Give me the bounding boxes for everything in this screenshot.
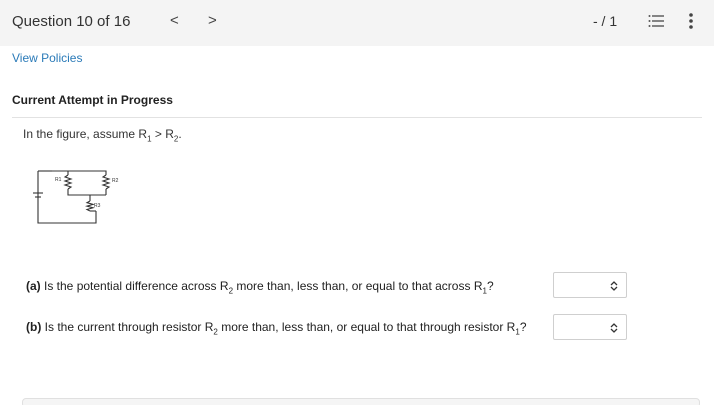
up-down-chevron-icon: [610, 281, 618, 291]
question-counter: Question 10 of 16: [12, 13, 131, 30]
up-down-chevron-icon: [610, 323, 618, 333]
r2-label: R2: [112, 178, 119, 184]
question-header: Question 10 of 16 < > - / 1: [0, 0, 714, 46]
part-a-question: (a) Is the potential difference across R…: [26, 279, 494, 296]
score: - / 1: [593, 13, 618, 29]
r1-label: R1: [55, 177, 62, 183]
part-b-question: (b) Is the current through resistor R2 m…: [26, 320, 527, 337]
part-b-answer-select[interactable]: [553, 314, 627, 340]
more-vertical-icon[interactable]: [688, 12, 694, 30]
bottom-panel: [22, 398, 700, 405]
attempt-title: Current Attempt in Progress: [12, 93, 173, 107]
part-a-answer-select[interactable]: [553, 272, 627, 298]
r3-label: R3: [94, 203, 101, 209]
view-policies-link[interactable]: View Policies: [12, 51, 82, 65]
list-icon[interactable]: [648, 14, 664, 28]
next-question-button[interactable]: >: [208, 12, 217, 29]
circuit-diagram: R1 R2 R3: [33, 170, 119, 224]
question-stem: In the figure, assume R1 > R2.: [23, 127, 182, 144]
previous-question-button[interactable]: <: [170, 12, 179, 29]
divider: [12, 117, 702, 118]
